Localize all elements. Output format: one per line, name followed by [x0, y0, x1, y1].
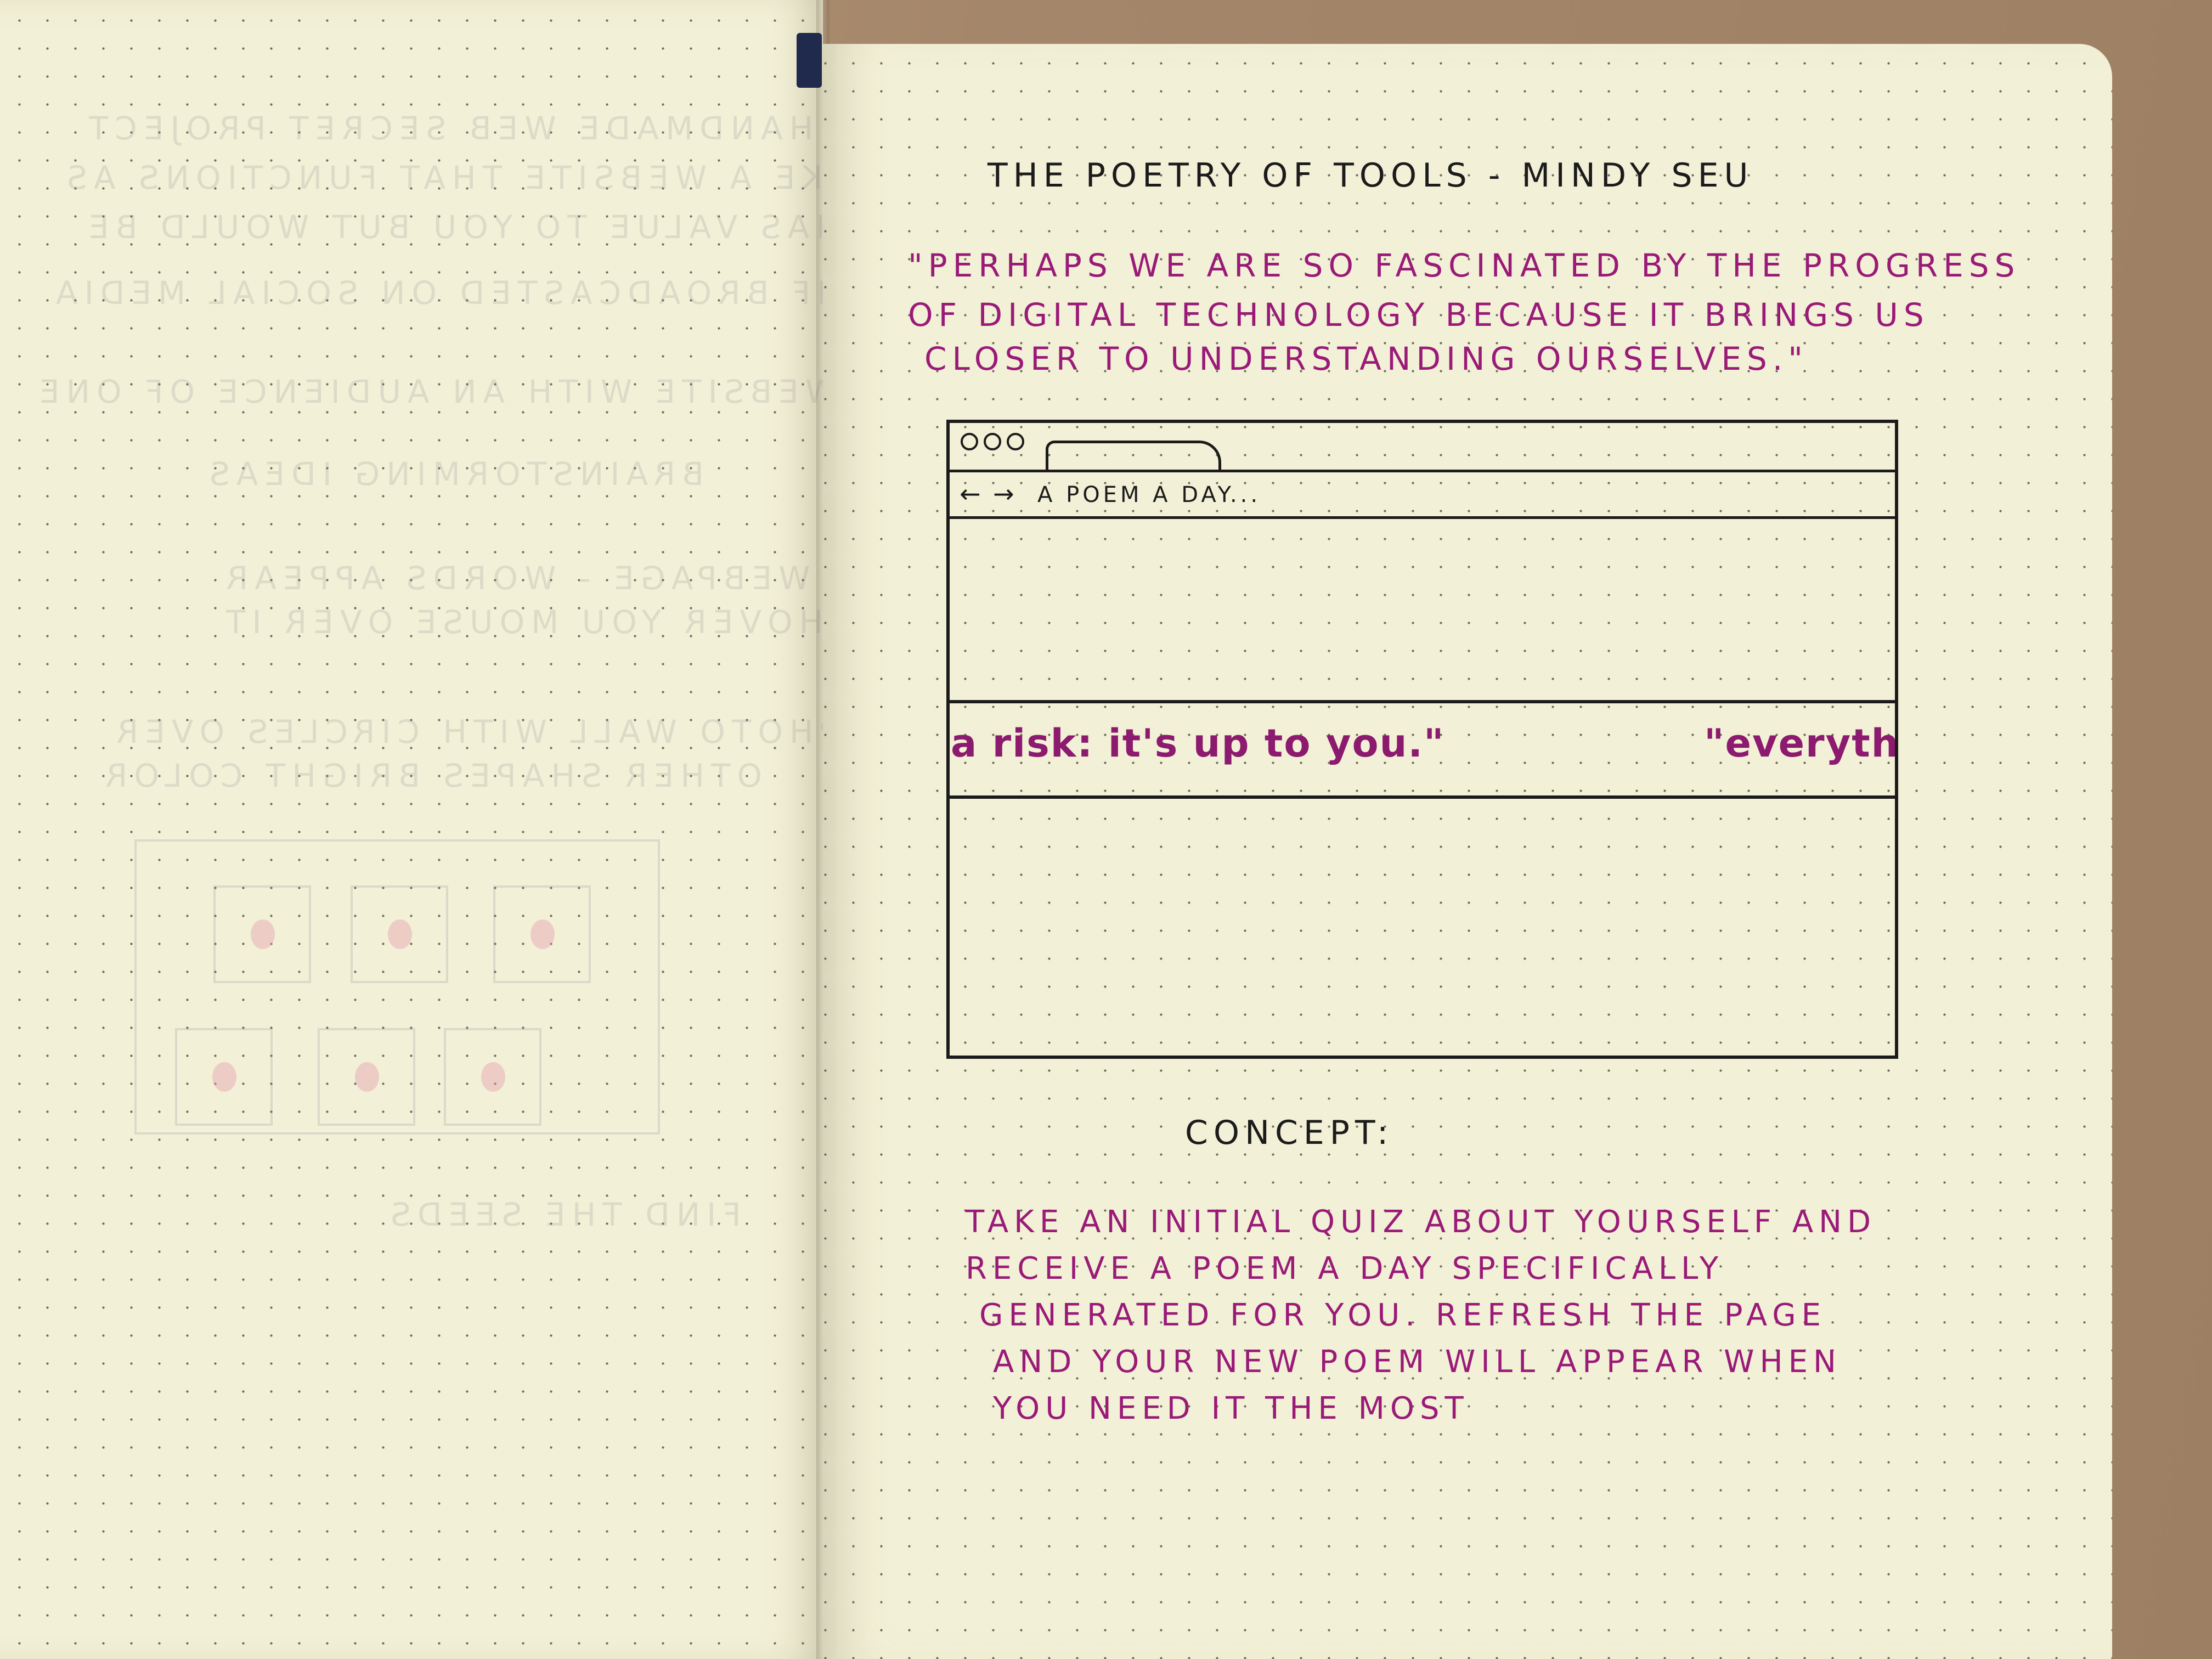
bookmark-ribbon — [797, 33, 822, 88]
concept-line: TAKE AN INITIAL QUIZ ABOUT YOURSELF AND — [966, 1204, 1877, 1240]
window-dot-icon — [984, 433, 1001, 450]
bleed-through-text: PHOTO WALL WITH CIRCLES OVER — [110, 713, 839, 751]
window-controls — [961, 433, 1024, 450]
window-dot-icon — [1007, 433, 1024, 450]
bleed-through-text: HAS VALUE TO YOU BUT WOULD BE — [82, 208, 840, 246]
quote-line: CLOSER TO UNDERSTANDING OURSELVES." — [924, 340, 1808, 377]
bleed-through-text: HANDMADE WEB SECRET PROJECT — [82, 110, 814, 147]
bleed-through-text: IF BROADCASTED ON SOCIAL MEDIA — [49, 274, 827, 312]
browser-address-bar: ← → A POEM A DAY... — [950, 472, 1895, 519]
browser-tab-bar — [950, 423, 1895, 472]
quote-line: "PERHAPS WE ARE SO FASCINATED BY THE PRO… — [908, 247, 2021, 284]
back-forward-arrows-icon: ← → — [960, 479, 1017, 509]
concept-line: YOU NEED IT THE MOST — [993, 1391, 1469, 1426]
bleed-through-text: BRAINSTORMING IDEAS — [203, 455, 704, 493]
bleed-through-sketch — [134, 839, 660, 1135]
scrolling-poem-band: a risk: it's up to you." "everyth — [950, 700, 1895, 799]
left-notebook-page: HANDMADE WEB SECRET PROJECT MAKE A WEBSI… — [0, 0, 1016, 1659]
concept-heading: CONCEPT: — [1185, 1114, 1394, 1152]
quote-line: OF DIGITAL TECHNOLOGY BECAUSE IT BRINGS … — [908, 296, 1929, 334]
concept-line: GENERATED FOR YOU. REFRESH THE PAGE — [979, 1297, 1827, 1333]
bleed-through-text: WEBSITE WITH AN AUDIENCE OF ONE — [33, 373, 837, 410]
browser-url-text: A POEM A DAY... — [1037, 482, 1261, 507]
concept-line: RECEIVE A POEM A DAY SPECIFICALLY — [966, 1251, 1724, 1286]
bleed-through-text: HOVER YOU MOUSE OVER IT — [219, 603, 823, 641]
bleed-through-text: OTHER SHAPES BRIGHT COLOR — [99, 757, 763, 794]
scrolling-poem-text-right: "everyth — [1704, 721, 1895, 766]
scrolling-poem-text-left: a risk: it's up to you." — [951, 721, 1445, 766]
browser-window-sketch: ← → A POEM A DAY... a risk: it's up to y… — [946, 420, 1898, 1059]
concept-line: AND YOUR NEW POEM WILL APPEAR WHEN — [993, 1344, 1842, 1380]
bleed-through-text: FIND THE SEEDS — [384, 1196, 741, 1233]
browser-tab — [1046, 441, 1221, 472]
window-dot-icon — [961, 433, 978, 450]
page-title: THE POETRY OF TOOLS - MINDY SEU — [988, 156, 1754, 195]
bleed-through-text: MAKE A WEBSITE THAT FUNCTIONS AS — [60, 159, 885, 196]
